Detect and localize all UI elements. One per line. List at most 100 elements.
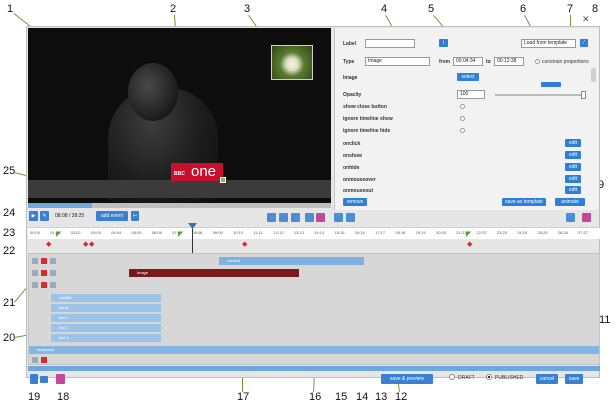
track-lock[interactable] xyxy=(41,357,47,363)
save-as-template-button[interactable]: save as template xyxy=(502,198,546,206)
animate-button[interactable]: animate xyxy=(555,198,585,206)
layer-icon[interactable] xyxy=(316,213,325,222)
child-clip[interactable]: text 3 xyxy=(51,334,161,342)
timeline-scrollbar[interactable] xyxy=(28,366,600,371)
show-close-checkbox[interactable] xyxy=(460,104,465,109)
view-mode-alt-button[interactable] xyxy=(40,376,48,383)
ruler-tick-label: 18:18 xyxy=(395,230,406,235)
to-time-input[interactable]: 00:12:38 xyxy=(494,57,524,66)
onclick-edit-button[interactable]: edit xyxy=(565,139,581,147)
callout-21: 21 xyxy=(3,297,16,309)
red-marker[interactable]: ◆ xyxy=(89,240,94,248)
palette-button[interactable] xyxy=(56,374,65,384)
onhide-edit-button[interactable]: edit xyxy=(565,163,581,171)
callout-16: 16 xyxy=(309,391,322,403)
time-ruler[interactable]: 00:00 01:01 02:02 03:03 04:04 05:05 06:06 07:07… xyxy=(28,227,600,239)
onshow-edit-button[interactable]: edit xyxy=(565,151,581,159)
edit-pencil-button[interactable]: ✎ xyxy=(40,211,49,221)
red-marker[interactable]: ◆ xyxy=(83,240,88,248)
track-lock[interactable] xyxy=(41,258,47,264)
red-marker[interactable]: ◆ xyxy=(46,240,51,248)
child-clip[interactable]: scroll xyxy=(51,304,161,312)
from-time-input[interactable]: 00:04:34 xyxy=(453,57,483,66)
zoom-in-icon[interactable] xyxy=(267,213,276,222)
load-template-select[interactable]: Load from template xyxy=(521,39,576,48)
child-clip-label: text 1 xyxy=(59,315,69,320)
remove-button[interactable]: remove xyxy=(343,198,367,206)
image-preview-button[interactable] xyxy=(541,82,561,87)
timeline-tracks[interactable]: content Image scroll text 1 text 2 text … xyxy=(28,253,600,365)
onmouseout-edit-button[interactable]: edit xyxy=(565,186,581,194)
selected-track-row[interactable]: sequence xyxy=(29,346,599,354)
track-visibility[interactable] xyxy=(50,270,56,276)
opacity-slider-handle[interactable] xyxy=(581,91,586,99)
resize-handle[interactable] xyxy=(220,177,226,183)
save-button[interactable]: save xyxy=(565,374,583,384)
save-preview-button[interactable]: save & preview xyxy=(381,374,433,384)
properties-panel: Label i Load from template ⁄ Type Image … xyxy=(334,28,599,210)
opacity-slider-track[interactable] xyxy=(495,94,585,96)
copy-icon[interactable] xyxy=(334,213,343,222)
green-marker[interactable]: ◤ xyxy=(466,230,471,238)
marker-add-icon[interactable] xyxy=(305,213,314,222)
track-toggle[interactable] xyxy=(32,357,38,363)
label-input[interactable] xyxy=(365,39,415,48)
track-row[interactable]: Image xyxy=(29,268,599,278)
info-button[interactable]: i xyxy=(439,39,448,47)
playback-progress[interactable] xyxy=(28,203,331,208)
child-clip[interactable]: text 1 xyxy=(51,314,161,322)
red-marker[interactable]: ◆ xyxy=(242,240,247,248)
opacity-input[interactable]: 100 xyxy=(457,90,485,99)
paste-icon[interactable] xyxy=(346,213,355,222)
view-mode-button[interactable] xyxy=(30,374,38,384)
save-label: save xyxy=(568,376,580,382)
channel-logo-overlay[interactable]: BBC one xyxy=(171,163,226,183)
ignore-show-checkbox[interactable] xyxy=(460,116,465,121)
track-lock[interactable] xyxy=(41,270,47,276)
ignore-hide-checkbox[interactable] xyxy=(460,128,465,133)
edit-label: edit xyxy=(568,176,578,182)
callout-20: 20 xyxy=(3,332,16,344)
green-marker[interactable]: ◤ xyxy=(178,230,183,238)
onmouseover-edit-button[interactable]: edit xyxy=(565,175,581,183)
marker-lane[interactable]: ◆ ◆ ◆ ◆ ◆ ◤ ◤ ◤ xyxy=(28,231,600,249)
logo-mark: BBC xyxy=(174,171,185,177)
red-marker[interactable]: ◆ xyxy=(467,240,472,248)
collapse-button[interactable]: ⊢ xyxy=(131,211,139,221)
onhide-label: onhide xyxy=(343,165,360,171)
template-edit-button[interactable]: ⁄ xyxy=(580,39,588,47)
type-select[interactable]: Image xyxy=(365,57,430,66)
track-row[interactable] xyxy=(29,280,599,290)
track-row[interactable] xyxy=(29,356,599,364)
zoom-fit-icon[interactable] xyxy=(291,213,300,222)
track-visibility[interactable] xyxy=(50,282,56,288)
bottom-action-bar: save & preview DRAFT PUBLISHED cancel sa… xyxy=(28,373,600,385)
draft-radio[interactable] xyxy=(449,374,455,380)
flower-image-overlay[interactable] xyxy=(271,45,313,80)
published-radio[interactable] xyxy=(486,374,492,380)
green-marker[interactable]: ◤ xyxy=(56,230,61,238)
track-visibility[interactable] xyxy=(50,258,56,264)
track-toggle[interactable] xyxy=(32,258,38,264)
track-row[interactable]: content xyxy=(29,256,599,266)
track-toggle[interactable] xyxy=(32,282,38,288)
type-select-value: Image xyxy=(368,58,382,64)
image-select-button[interactable]: select xyxy=(457,73,479,81)
close-icon[interactable]: ✕ xyxy=(582,14,590,25)
play-button[interactable]: ▶ xyxy=(29,211,38,221)
callout-4: 4 xyxy=(381,3,388,15)
timeline-clip[interactable]: content xyxy=(219,257,364,265)
video-preview[interactable]: BBC one xyxy=(28,28,331,203)
panel-scrollbar[interactable] xyxy=(591,68,596,82)
snap-icon[interactable] xyxy=(582,213,591,222)
track-lock[interactable] xyxy=(41,282,47,288)
group-icon[interactable] xyxy=(566,213,575,222)
constrain-checkbox[interactable] xyxy=(535,59,540,64)
track-toggle[interactable] xyxy=(32,270,38,276)
image-clip[interactable]: Image xyxy=(129,269,299,277)
add-event-button[interactable]: add event xyxy=(96,211,128,221)
child-clip[interactable]: text 2 xyxy=(51,324,161,332)
child-clip[interactable]: subtitle xyxy=(51,294,161,302)
zoom-out-icon[interactable] xyxy=(279,213,288,222)
cancel-button[interactable]: cancel xyxy=(536,374,558,384)
